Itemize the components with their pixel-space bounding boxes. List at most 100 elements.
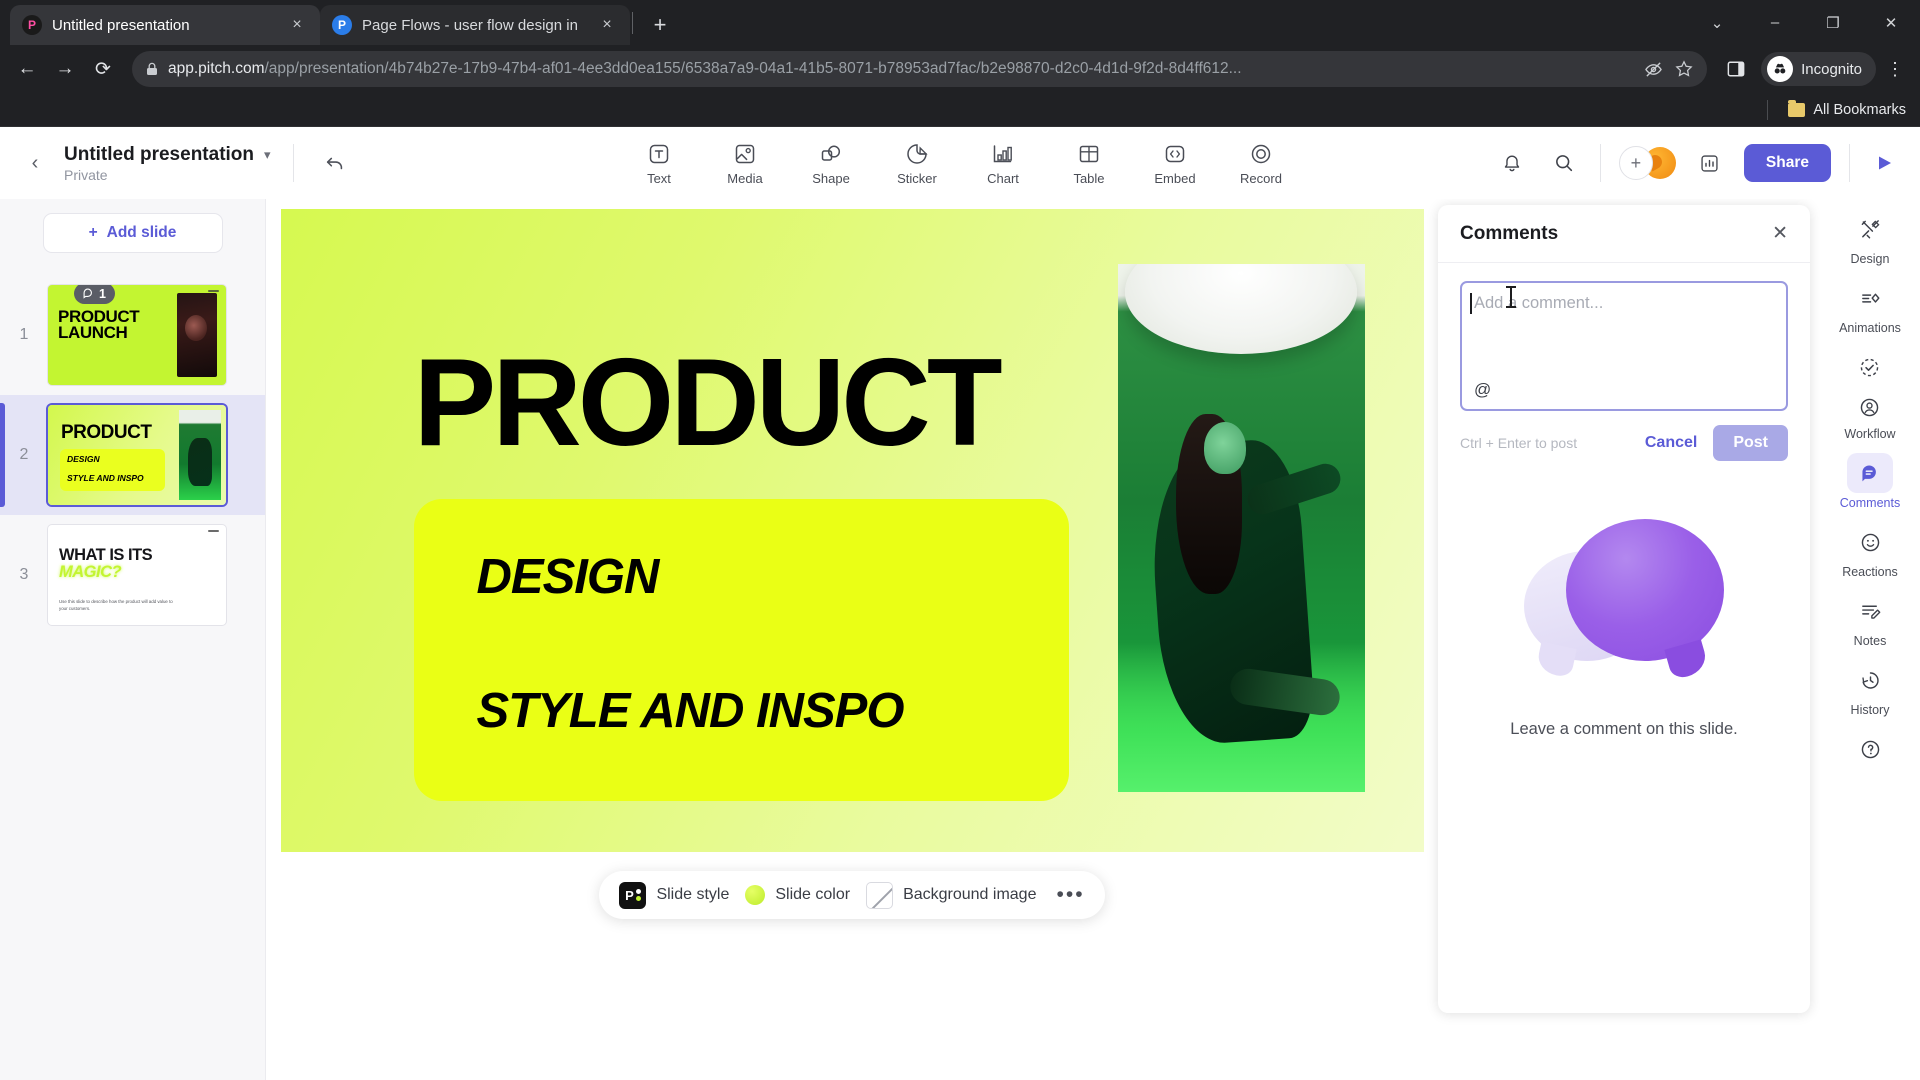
sidebar-item-help[interactable] <box>1847 729 1893 769</box>
comments-panel-header: Comments ✕ <box>1438 205 1810 263</box>
thumb-title-line2: MAGIC? <box>59 563 122 581</box>
chevron-down-icon[interactable]: ▾ <box>264 147 271 163</box>
comment-input[interactable]: Add a comment... @ <box>1460 281 1788 411</box>
sidebar-item-comments[interactable]: Comments <box>1840 453 1900 510</box>
new-tab-button[interactable]: + <box>643 8 677 42</box>
tool-shape[interactable]: Shape <box>802 140 860 186</box>
share-button[interactable]: Share <box>1743 144 1831 182</box>
browser-chrome: P Untitled presentation × P Page Flows -… <box>0 0 1920 127</box>
all-bookmarks-button[interactable]: All Bookmarks <box>1788 99 1906 118</box>
slide-thumbnail[interactable]: WHAT IS ITS MAGIC? Use this slide to des… <box>48 525 226 625</box>
back-to-dashboard-icon[interactable]: ‹ <box>18 146 52 180</box>
sidebar-item-workflow[interactable]: Workflow <box>1844 347 1896 453</box>
tab-title: Page Flows - user flow design in <box>362 16 578 34</box>
cancel-button[interactable]: Cancel <box>1645 434 1697 452</box>
design-icon <box>1847 209 1893 249</box>
undo-icon[interactable] <box>316 144 354 182</box>
url-path: /app/presentation/4b74b27e-17b9-47b4-af0… <box>264 60 1242 77</box>
close-tab-icon[interactable]: × <box>286 14 308 36</box>
slide-color-button[interactable]: Slide color <box>745 885 850 905</box>
more-options-icon[interactable]: ••• <box>1052 883 1084 907</box>
slide-thumbnail[interactable]: PRODUCT DESIGN STYLE AND INSPO <box>48 405 226 505</box>
tool-table[interactable]: Table <box>1060 140 1118 186</box>
forward-icon[interactable]: → <box>48 52 82 86</box>
tab-divider <box>632 11 633 34</box>
omnibox-right-controls: Incognito ⋮ <box>1719 52 1910 86</box>
side-panel-icon[interactable] <box>1719 52 1753 86</box>
tool-embed[interactable]: Embed <box>1146 140 1204 186</box>
sidebar-item-notes[interactable]: Notes <box>1847 591 1893 648</box>
close-icon[interactable]: ✕ <box>1772 222 1788 245</box>
analytics-icon[interactable] <box>1692 145 1728 181</box>
notifications-bell-icon[interactable] <box>1494 145 1530 181</box>
sidebar-item-reactions[interactable]: Reactions <box>1842 522 1898 579</box>
close-window-icon[interactable]: ✕ <box>1862 0 1920 45</box>
omnibox-bar: ← → ⟳ app.pitch.com/app/presentation/4b7… <box>0 45 1920 93</box>
present-play-icon[interactable] <box>1868 146 1902 180</box>
slide-subtitle-1[interactable]: DESIGN <box>477 549 660 605</box>
collaborator-avatars[interactable]: + <box>1618 146 1676 180</box>
slide-color-label: Slide color <box>775 886 851 903</box>
slide-dash-marker <box>208 290 219 292</box>
url-bar-icons <box>1644 60 1693 78</box>
tab-title: Untitled presentation <box>52 16 190 34</box>
slide-thumbnail[interactable]: 1 PRODUCT LAUNCH <box>48 285 226 385</box>
slide-number: 1 <box>19 326 29 343</box>
back-icon[interactable]: ← <box>10 52 44 86</box>
slide-list-item-1[interactable]: 1 1 PRODUCT LAUNCH <box>0 275 265 395</box>
add-slide-button[interactable]: + Add slide <box>42 213 223 253</box>
slide-list-item-2[interactable]: 2 PRODUCT DESIGN STYLE AND INSPO <box>0 395 265 515</box>
post-hint: Ctrl + Enter to post <box>1460 435 1578 451</box>
slide-heading[interactable]: PRODUCT <box>414 341 1003 465</box>
thumb-title: PRODUCT <box>61 422 152 443</box>
hide-icon[interactable] <box>1644 61 1663 78</box>
background-image-button[interactable]: Background image <box>866 881 1036 909</box>
bookmark-star-icon[interactable] <box>1675 60 1693 78</box>
sidebar-item-animations[interactable]: Animations <box>1839 278 1901 335</box>
tool-sticker[interactable]: Sticker <box>888 140 946 186</box>
sidebar-item-design[interactable]: Design <box>1847 209 1893 266</box>
tool-record[interactable]: Record <box>1232 140 1290 186</box>
tool-media[interactable]: Media <box>716 140 774 186</box>
color-swatch-icon <box>745 885 766 905</box>
mention-icon[interactable]: @ <box>1474 380 1491 400</box>
help-icon <box>1847 729 1893 769</box>
tool-chart[interactable]: Chart <box>974 140 1032 186</box>
lock-icon <box>146 62 158 76</box>
slide-style-label: Slide style <box>656 886 730 903</box>
browser-tab-1[interactable]: P Untitled presentation × <box>10 5 320 45</box>
profile-incognito-button[interactable]: Incognito <box>1761 52 1876 86</box>
plus-icon: + <box>88 224 98 241</box>
toolbar-divider <box>292 144 294 182</box>
sidebar-item-history[interactable]: History <box>1847 660 1893 717</box>
sticker-icon <box>905 140 929 167</box>
search-icon[interactable] <box>1546 145 1582 181</box>
browser-menu-icon[interactable]: ⋮ <box>1880 52 1910 86</box>
url-domain: app.pitch.com <box>168 60 265 77</box>
maximize-icon[interactable]: ❐ <box>1804 0 1862 45</box>
tab-search-icon[interactable]: ⌄ <box>1688 0 1746 45</box>
tool-label: Media <box>727 171 763 186</box>
invite-people-icon[interactable]: + <box>1618 146 1653 180</box>
tool-label: Chart <box>987 171 1019 186</box>
thumb-sub2: STYLE AND INSPO <box>67 473 144 483</box>
close-tab-icon[interactable]: × <box>596 14 618 36</box>
slide-canvas[interactable]: PRODUCT DESIGN STYLE AND INSPO <box>280 209 1424 852</box>
slide-photo[interactable] <box>1117 264 1365 792</box>
minimize-icon[interactable]: – <box>1746 0 1804 45</box>
notes-icon <box>1847 591 1893 631</box>
presentation-title-block[interactable]: Untitled presentation ▾ Private <box>64 144 271 183</box>
comment-count-badge: 1 <box>74 285 115 304</box>
slide-yellow-block[interactable] <box>413 499 1069 801</box>
slide-style-button[interactable]: P Slide style <box>619 881 730 909</box>
browser-tab-2[interactable]: P Page Flows - user flow design in × <box>320 5 630 45</box>
slide-list-item-3[interactable]: 3 WHAT IS ITS MAGIC? Use this slide to d… <box>0 515 265 635</box>
tool-label: Sticker <box>897 171 937 186</box>
tool-text[interactable]: Text <box>630 140 688 186</box>
reload-icon[interactable]: ⟳ <box>86 52 120 86</box>
tool-label: Shape <box>812 171 850 186</box>
url-bar[interactable]: app.pitch.com/app/presentation/4b74b27e-… <box>132 51 1708 87</box>
post-button[interactable]: Post <box>1713 425 1788 461</box>
history-icon <box>1847 660 1893 700</box>
slide-subtitle-2[interactable]: STYLE AND INSPO <box>477 683 905 739</box>
